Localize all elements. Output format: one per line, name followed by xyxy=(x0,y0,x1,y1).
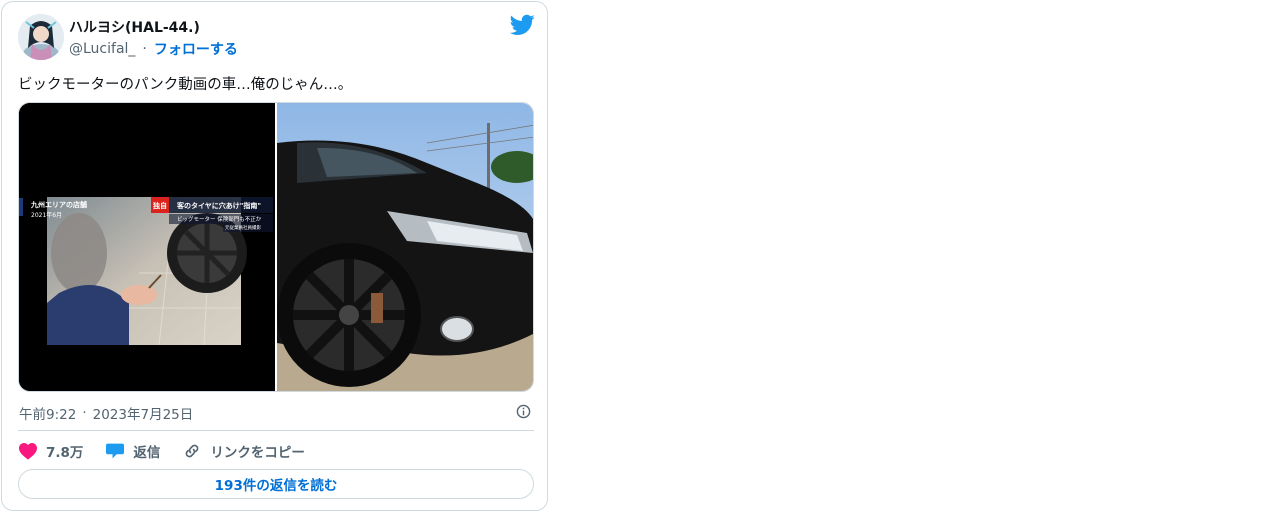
caption-date: 2021年6月 xyxy=(31,212,63,219)
user-avatar-icon xyxy=(18,14,64,60)
info-icon[interactable] xyxy=(516,404,531,419)
news-video-frame xyxy=(19,103,275,391)
tweet-card: ハルヨシ(HAL-44.) @Lucifal_ · フォローする ビックモーター… xyxy=(1,1,548,511)
caption-credit: 元従業員社員撮影 xyxy=(225,226,261,231)
reply-label: 返信 xyxy=(133,445,161,461)
speech-bubble-icon xyxy=(106,443,125,459)
timestamp-time: 午前9:22 xyxy=(19,407,77,423)
like-count: 7.8万 xyxy=(46,445,84,461)
read-replies-button[interactable]: 193件の返信を読む xyxy=(18,469,534,499)
tweet-timestamp[interactable]: 午前9:22 · 2023年7月25日 xyxy=(19,403,193,423)
reply-button[interactable]: 返信 xyxy=(105,441,160,461)
author-handle-row: @Lucifal_ · フォローする xyxy=(69,39,238,59)
caption-headline: 客のタイヤに穴あけ"指南" xyxy=(177,202,262,210)
action-bar: 7.8万 返信 リンクをコピー xyxy=(18,440,327,462)
heart-icon xyxy=(19,442,37,460)
link-icon xyxy=(186,444,199,458)
like-button[interactable]: 7.8万 xyxy=(18,441,83,461)
caption-subline: ビッグモーター 保険部門も不正か xyxy=(177,217,262,223)
tweet-media[interactable]: 九州エリアの店舗 2021年6月 独自 客のタイヤに穴あけ"指南" ビッグモータ… xyxy=(18,102,534,392)
follow-button[interactable]: フォローする xyxy=(154,39,238,59)
caption-location: 九州エリアの店舗 xyxy=(31,201,87,209)
copy-link-label: リンクをコピー xyxy=(210,445,305,461)
author-handle[interactable]: @Lucifal_ xyxy=(69,41,135,57)
car-photo xyxy=(277,103,533,391)
author-display-name[interactable]: ハルヨシ(HAL-44.) xyxy=(69,17,200,37)
twitter-bird-icon[interactable] xyxy=(510,14,535,36)
caption-badge: 独自 xyxy=(153,202,167,210)
separator-dot: · xyxy=(142,41,147,57)
media-image-black-car[interactable] xyxy=(277,103,533,391)
copy-link-button[interactable]: リンクをコピー xyxy=(182,441,305,461)
timestamp-date: 2023年7月25日 xyxy=(92,407,194,423)
separator-dot: · xyxy=(82,405,87,421)
media-image-news-screenshot[interactable]: 九州エリアの店舗 2021年6月 独自 客のタイヤに穴あけ"指南" ビッグモータ… xyxy=(19,103,275,391)
divider xyxy=(18,430,534,431)
author-avatar[interactable] xyxy=(18,14,64,60)
tweet-text: ビックモーターのパンク動画の車…俺のじゃん…。 xyxy=(18,77,353,93)
